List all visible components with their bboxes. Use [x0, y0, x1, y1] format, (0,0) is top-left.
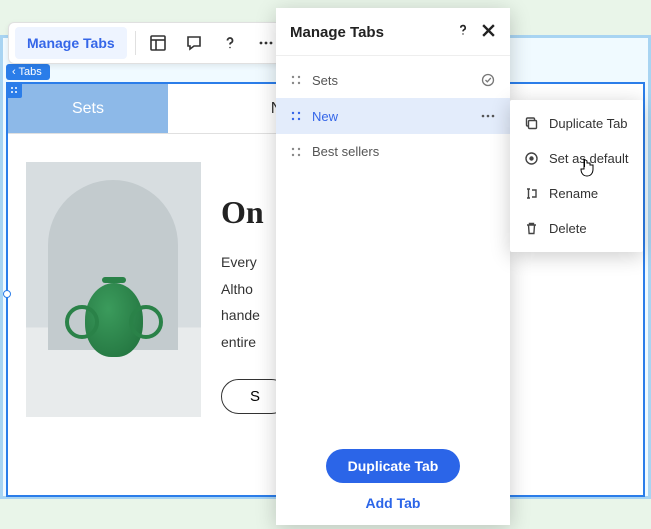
panel-row-bestsellers[interactable]: Best sellers	[276, 134, 510, 169]
menu-label: Rename	[549, 186, 598, 201]
context-menu: Duplicate Tab Set as default Rename Dele…	[510, 100, 643, 252]
panel-list: Sets New Best sellers	[276, 56, 510, 435]
divider	[135, 31, 136, 55]
menu-label: Duplicate Tab	[549, 116, 628, 131]
layout-icon[interactable]	[144, 29, 172, 57]
panel-header: Manage Tabs	[276, 8, 510, 56]
editor-toolbar: Manage Tabs	[8, 22, 287, 64]
close-icon[interactable]	[481, 23, 496, 43]
panel-footer: Duplicate Tab Add Tab	[276, 435, 510, 525]
radio-icon	[524, 151, 539, 166]
cursor-icon	[578, 158, 596, 178]
row-label: New	[312, 109, 470, 124]
rename-icon	[524, 186, 539, 201]
drag-icon	[290, 110, 302, 122]
drag-icon	[290, 74, 302, 86]
product-image	[26, 162, 201, 417]
comment-icon[interactable]	[180, 29, 208, 57]
menu-duplicate[interactable]: Duplicate Tab	[510, 106, 643, 141]
help-icon[interactable]	[455, 22, 471, 43]
tab-sets[interactable]: Sets	[8, 84, 168, 133]
duplicate-tab-button[interactable]: Duplicate Tab	[326, 449, 461, 483]
manage-tabs-panel: Manage Tabs Sets New Best se	[276, 8, 510, 525]
help-icon[interactable]	[216, 29, 244, 57]
check-icon	[480, 72, 496, 88]
panel-row-new[interactable]: New	[276, 98, 510, 134]
row-label: Sets	[312, 73, 470, 88]
menu-label: Delete	[549, 221, 587, 236]
manage-tabs-button[interactable]: Manage Tabs	[15, 27, 127, 59]
duplicate-icon	[524, 116, 539, 131]
add-tab-button[interactable]: Add Tab	[366, 495, 421, 511]
panel-row-sets[interactable]: Sets	[276, 62, 510, 98]
panel-title: Manage Tabs	[290, 24, 384, 41]
menu-set-default[interactable]: Set as default	[510, 141, 643, 176]
drag-icon	[290, 146, 302, 158]
trash-icon	[524, 221, 539, 236]
breadcrumb-tabs[interactable]: Tabs	[6, 64, 50, 80]
menu-delete[interactable]: Delete	[510, 211, 643, 246]
row-label: Best sellers	[312, 144, 496, 159]
resize-handle[interactable]	[3, 290, 11, 298]
menu-rename[interactable]: Rename	[510, 176, 643, 211]
more-icon[interactable]	[480, 108, 496, 124]
drag-handle[interactable]	[6, 82, 22, 98]
